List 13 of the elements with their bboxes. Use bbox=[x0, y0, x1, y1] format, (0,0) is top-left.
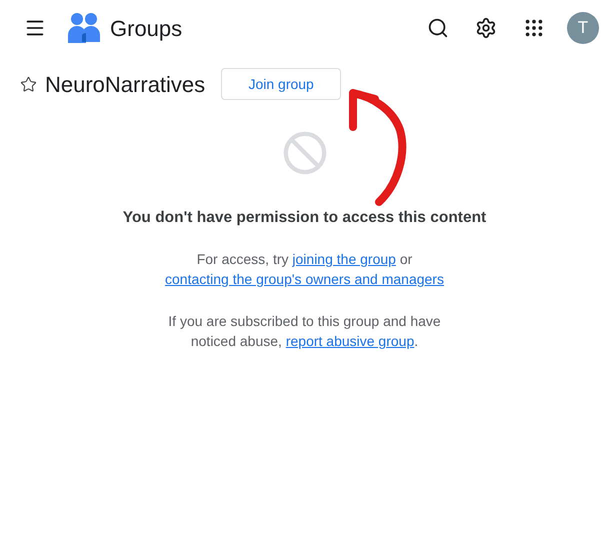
star-icon[interactable] bbox=[20, 76, 37, 92]
abuse-text: If you are subscribed to this group and have noticed abuse, report abusive group. bbox=[167, 312, 442, 352]
groups-logo-icon bbox=[66, 12, 102, 44]
report-abuse-link[interactable]: report abusive group bbox=[286, 333, 414, 350]
permission-heading: You don't have permission to access this content bbox=[122, 208, 486, 228]
avatar[interactable]: T bbox=[567, 12, 599, 44]
join-group-button[interactable]: Join group bbox=[221, 68, 342, 100]
blocked-icon bbox=[282, 130, 328, 176]
group-title: NeuroNarratives bbox=[45, 70, 206, 98]
access-text: For access, try joining the group or contacting the group's owners and managers bbox=[164, 250, 445, 290]
app-title: Groups bbox=[110, 14, 182, 43]
join-link[interactable]: joining the group bbox=[292, 251, 396, 268]
contact-owners-link[interactable]: contacting the group's owners and managers bbox=[165, 271, 444, 288]
